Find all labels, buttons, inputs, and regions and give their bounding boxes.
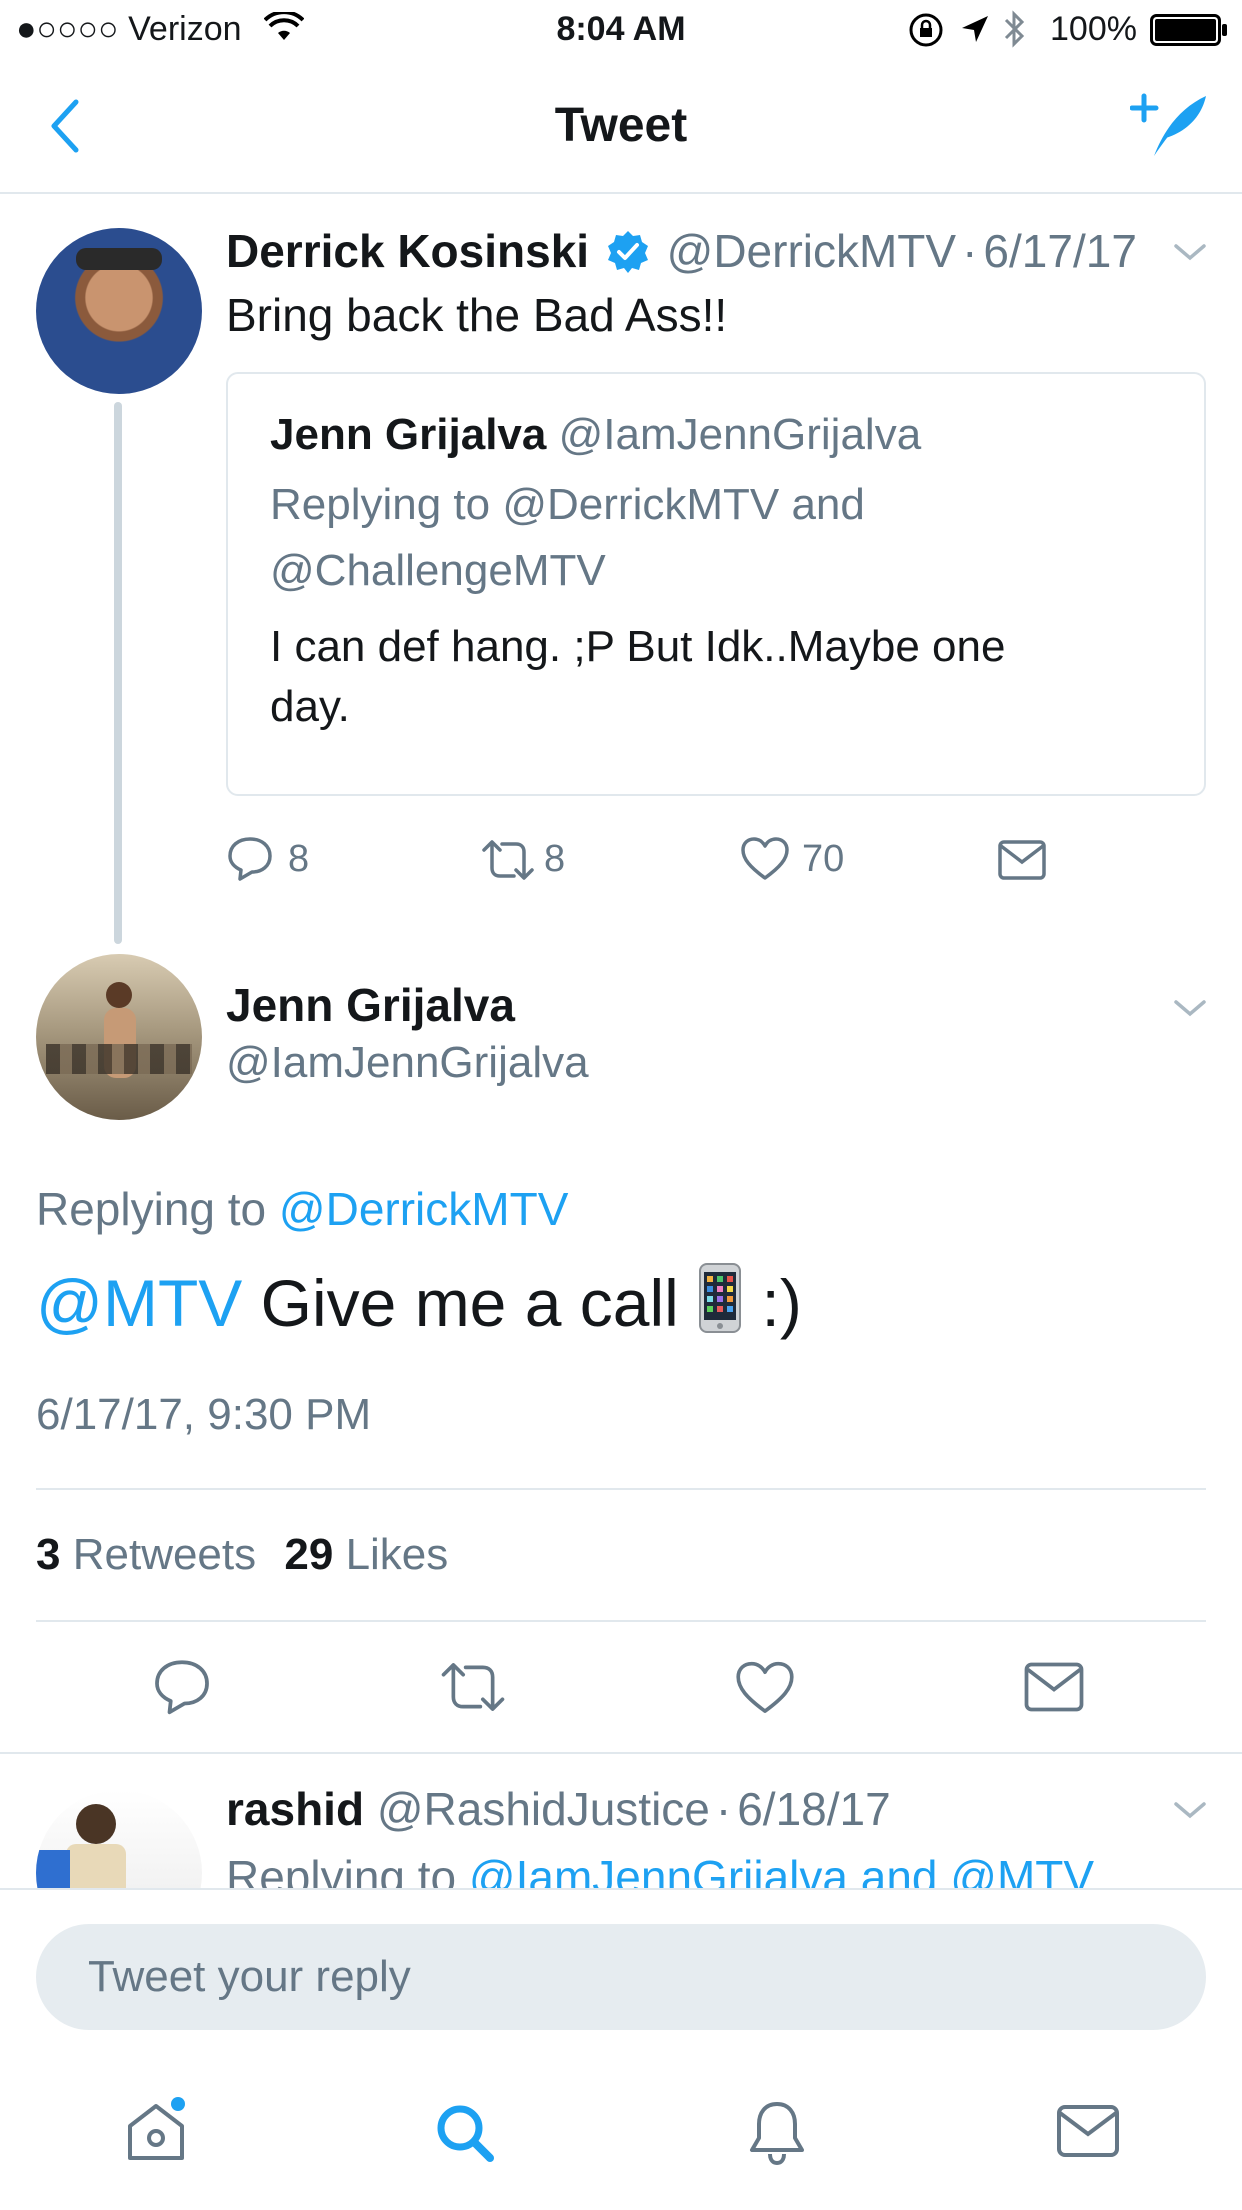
tweet-options-button[interactable] — [1172, 996, 1208, 1020]
bluetooth-icon — [1002, 10, 1028, 48]
likes-stat[interactable]: 29 Likes — [284, 1530, 448, 1579]
tweet-date[interactable]: 6/18/17 — [737, 1783, 890, 1835]
retweet-icon — [480, 838, 536, 882]
divider — [36, 1488, 1206, 1490]
engagement-stats: 3 Retweets 29 Likes — [36, 1530, 448, 1580]
battery-percent: 100% — [1050, 10, 1137, 48]
tab-home[interactable] — [122, 2096, 192, 2166]
orientation-lock-icon — [908, 12, 944, 48]
avatar[interactable] — [36, 228, 202, 394]
author-name[interactable]: Derrick Kosinski — [226, 225, 589, 277]
nav-bar: Tweet — [0, 60, 1242, 194]
retweet-icon — [438, 1660, 508, 1714]
heart-icon — [734, 1660, 796, 1716]
avatar[interactable] — [36, 954, 202, 1120]
heart-icon — [740, 836, 790, 882]
replying-to-prefix: Replying to — [36, 1183, 279, 1235]
tab-messages[interactable] — [1056, 2104, 1120, 2158]
compose-tweet-button[interactable] — [1130, 90, 1210, 160]
envelope-icon — [1024, 1662, 1084, 1712]
messages-icon — [1056, 2104, 1120, 2158]
retweet-label: Retweets — [72, 1530, 257, 1579]
author-handle[interactable]: @RashidJustice — [377, 1783, 710, 1835]
chevron-down-icon — [1172, 1798, 1208, 1822]
page-title: Tweet — [554, 99, 688, 152]
avatar-figure-head — [106, 982, 132, 1008]
chevron-down-icon — [1172, 996, 1208, 1020]
tab-notifications[interactable] — [746, 2098, 808, 2168]
quoted-text-line: day. — [270, 682, 350, 731]
retweets-stat[interactable]: 3 Retweets — [36, 1530, 256, 1579]
search-icon — [432, 2100, 498, 2166]
author-name[interactable]: rashid — [226, 1783, 364, 1835]
tweet-text: @MTV Give me a call :) — [36, 1262, 802, 1341]
thread-connector-line — [114, 402, 122, 944]
divider — [36, 1620, 1206, 1622]
parent-tweet-header: Derrick Kosinski @DerrickMTV · 6/17/17 — [226, 224, 1137, 278]
quoted-replying-line: @ChallengeMTV — [270, 546, 606, 595]
retweet-button[interactable] — [438, 1660, 508, 1714]
quoted-text-line: I can def hang. ;P But Idk..Maybe one — [270, 622, 1006, 671]
tweet-text-body: Give me a call — [242, 1266, 698, 1340]
quoted-author-handle: @IamJennGrijalva — [558, 410, 922, 459]
retweet-count: 8 — [544, 838, 566, 880]
avatar-figure-head — [76, 1804, 116, 1844]
avatar-kettlebells — [46, 1044, 192, 1074]
replying-to-link[interactable]: @DerrickMTV — [279, 1183, 568, 1235]
quoted-tweet[interactable]: Jenn Grijalva @IamJennGrijalva Replying … — [226, 372, 1206, 796]
replying-to-line: Replying to @DerrickMTV — [36, 1182, 568, 1236]
compose-tweet-icon — [1130, 90, 1210, 160]
tab-search[interactable] — [432, 2100, 498, 2166]
envelope-icon — [998, 840, 1046, 880]
retweet-total: 3 — [36, 1530, 61, 1579]
reply-header: rashid @RashidJustice · 6/18/17 — [226, 1782, 891, 1836]
share-dm-button[interactable] — [1024, 1662, 1084, 1712]
separator-dot: · — [962, 225, 978, 277]
author-name[interactable]: Jenn Grijalva — [226, 978, 515, 1032]
separator-dot: · — [715, 1783, 732, 1835]
reply-count: 8 — [288, 838, 310, 880]
chevron-down-icon — [1172, 240, 1208, 264]
verified-badge-icon — [606, 229, 650, 273]
like-total: 29 — [284, 1530, 334, 1579]
tweet-text-end: :) — [743, 1266, 802, 1340]
mobile-phone-icon — [697, 1262, 743, 1334]
home-icon — [122, 2096, 192, 2166]
reply-input[interactable]: Tweet your reply — [36, 1924, 1206, 2030]
reply-icon — [152, 1656, 212, 1716]
avatar-sunglasses — [76, 248, 162, 270]
tweet-options-button[interactable] — [1172, 240, 1208, 264]
like-button[interactable] — [734, 1660, 796, 1716]
author-handle[interactable]: @IamJennGrijalva — [226, 1038, 589, 1088]
quoted-header: Jenn Grijalva @IamJennGrijalva — [270, 410, 921, 460]
battery-icon — [1150, 14, 1228, 46]
location-icon — [960, 14, 990, 44]
direct-message-action[interactable] — [998, 840, 1046, 880]
like-count: 70 — [802, 838, 845, 880]
status-bar: ●○○○○ Verizon 8:04 AM 100% — [0, 0, 1242, 60]
mention-link[interactable]: @MTV — [36, 1266, 242, 1340]
author-handle[interactable]: @DerrickMTV — [667, 225, 956, 277]
reply-icon — [226, 834, 274, 882]
quoted-author-name: Jenn Grijalva — [270, 410, 547, 459]
tweet-text: Bring back the Bad Ass!! — [226, 289, 728, 341]
tweet-options-button[interactable] — [1172, 1798, 1208, 1822]
quoted-replying-line: Replying to @DerrickMTV and — [270, 480, 865, 529]
avatar-logo — [36, 1850, 70, 1890]
divider — [0, 1752, 1242, 1754]
reply-button[interactable] — [152, 1656, 212, 1716]
tweet-date[interactable]: 6/17/17 — [983, 225, 1136, 277]
notifications-icon — [746, 2098, 808, 2168]
tweet-timestamp: 6/17/17, 9:30 PM — [36, 1390, 372, 1439]
like-label: Likes — [345, 1530, 449, 1579]
